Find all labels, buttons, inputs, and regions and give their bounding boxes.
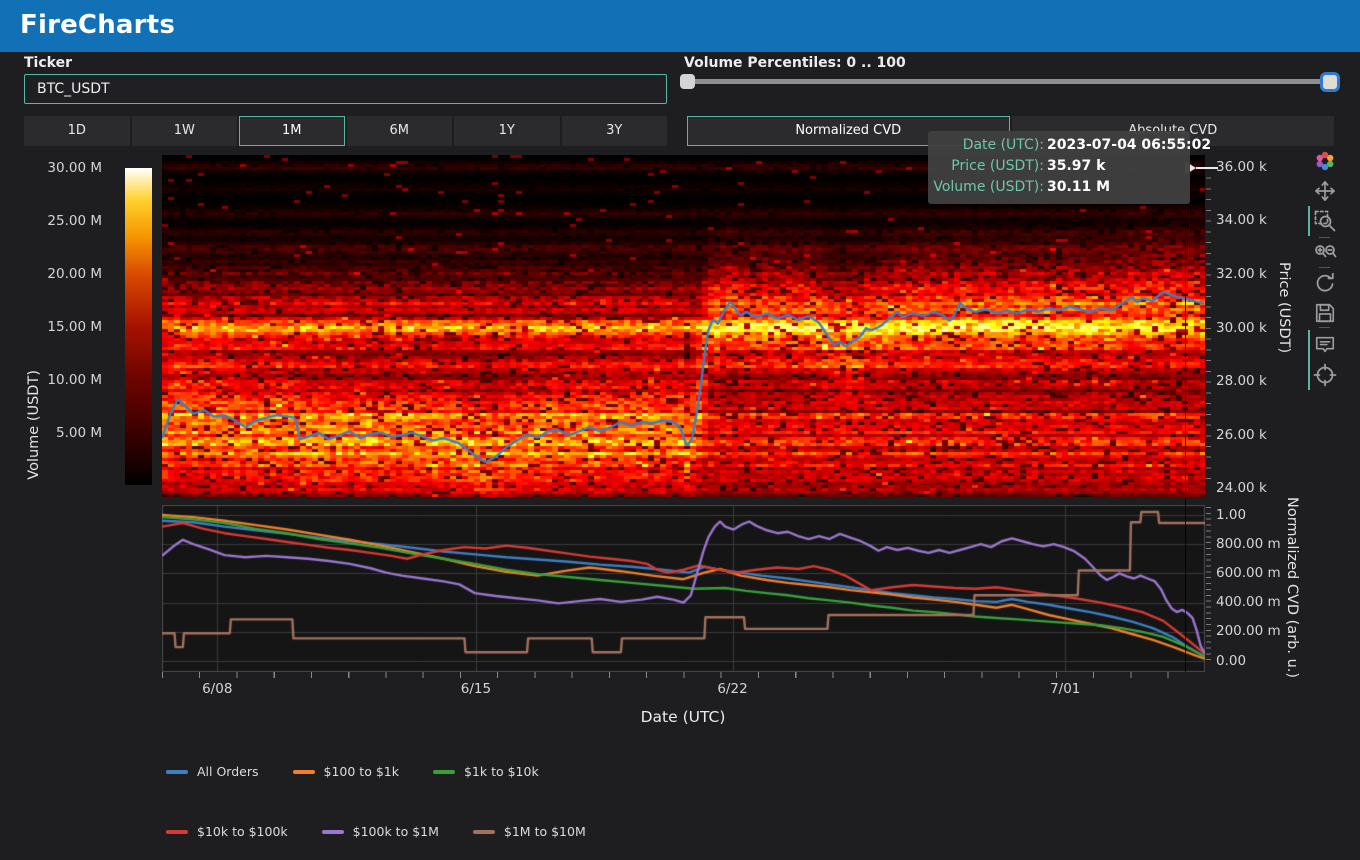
cvd-axis-ticks (1206, 507, 1211, 665)
price-axis-ticks (1206, 167, 1211, 489)
legend-swatch (473, 830, 495, 834)
tooltip-price-label: Price (USDT): (932, 156, 1044, 177)
tooltip-date-value: 2023-07-04 06:55:02 (1044, 135, 1211, 156)
slider-handle-min[interactable] (680, 74, 695, 89)
cvd-tick: 800.00 m (1216, 536, 1281, 552)
zoom-in-out-icon[interactable] (1312, 240, 1338, 266)
modebar-active-indicator (1308, 206, 1310, 236)
date-tick: 7/01 (1035, 681, 1095, 697)
volume-tick: 15.00 M (20, 319, 102, 335)
price-tick: 32.00 k (1216, 266, 1267, 282)
legend-swatch (166, 830, 188, 834)
legend-swatch (433, 770, 455, 774)
tooltip-volume-value: 30.11 M (1044, 177, 1182, 198)
app-header: FireCharts (0, 0, 1360, 52)
cvd-tick: 400.00 m (1216, 594, 1281, 610)
ticker-label: Ticker (24, 55, 72, 71)
cvd-tick: 200.00 m (1216, 623, 1281, 639)
legend-item-100k-1m[interactable]: $100k to $1M (322, 824, 439, 839)
toggle-hover-icon[interactable] (1312, 332, 1338, 358)
range-button-1y[interactable]: 1Y (454, 116, 560, 146)
price-tick: 36.00 k (1216, 159, 1267, 175)
legend-swatch (293, 770, 315, 774)
legend-label: $100k to $1M (353, 824, 439, 839)
modebar-separator (1319, 267, 1330, 268)
modebar-separator (1319, 237, 1330, 238)
range-button-group: 1D 1W 1M 6M 1Y 3Y (24, 116, 667, 146)
legend-label: $1M to $10M (504, 824, 586, 839)
slider-handle-max[interactable] (1320, 72, 1340, 92)
tooltip-volume-label: Volume (USDT): (932, 177, 1044, 198)
price-tick: 30.00 k (1216, 320, 1267, 336)
range-button-1m[interactable]: 1M (239, 116, 345, 146)
price-tick: 24.00 k (1216, 480, 1267, 496)
legend-label: $1k to $10k (464, 764, 539, 779)
volume-tick: 25.00 M (20, 213, 102, 229)
volume-colorbar (125, 168, 152, 485)
volume-tick: 10.00 M (20, 372, 102, 388)
tooltip-date-label: Date (UTC): (932, 135, 1044, 156)
legend-swatch (322, 830, 344, 834)
modebar-separator (1319, 327, 1330, 328)
cvd-axis-title: Normalized CVD (arb. u.) (1284, 497, 1300, 678)
legend-item-1k-10k[interactable]: $1k to $10k (433, 764, 539, 779)
cvd-tick: 1.00 (1216, 507, 1246, 523)
box-zoom-icon[interactable] (1312, 208, 1338, 234)
spikelines-icon[interactable] (1312, 362, 1338, 388)
hover-tooltip: Date (UTC):2023-07-04 06:55:02 Price (US… (928, 131, 1190, 204)
range-button-3y[interactable]: 3Y (562, 116, 668, 146)
volume-tick: 5.00 M (20, 425, 102, 441)
date-tick: 6/15 (446, 681, 506, 697)
range-button-1d[interactable]: 1D (24, 116, 130, 146)
save-icon[interactable] (1312, 300, 1338, 326)
range-button-1w[interactable]: 1W (132, 116, 238, 146)
price-tick: 28.00 k (1216, 373, 1267, 389)
legend-row-2: $10k to $100k $100k to $1M $1M to $10M (166, 824, 586, 839)
app-title: FireCharts (0, 0, 1360, 50)
price-tick: 26.00 k (1216, 427, 1267, 443)
legend-item-100-1k[interactable]: $100 to $1k (293, 764, 399, 779)
pan-icon[interactable] (1312, 178, 1338, 204)
normalized-cvd-chart[interactable] (162, 505, 1205, 672)
legend-item-10k-100k[interactable]: $10k to $100k (166, 824, 288, 839)
app: FireCharts Ticker 1D 1W 1M 6M 1Y 3Y Volu… (0, 0, 1360, 860)
volume-tick: 20.00 M (20, 266, 102, 282)
date-axis-title: Date (UTC) (583, 708, 783, 726)
volume-tick: 30.00 M (20, 160, 102, 176)
legend-row-1: All Orders $100 to $1k $1k to $10k (166, 764, 539, 779)
price-axis-title: Price (USDT) (1276, 262, 1292, 353)
legend-item-1m-10m[interactable]: $1M to $10M (473, 824, 586, 839)
range-button-6m[interactable]: 6M (347, 116, 453, 146)
legend-swatch (166, 770, 188, 774)
legend-label: $100 to $1k (324, 764, 399, 779)
modebar-active-indicator (1308, 330, 1310, 390)
volume-percentile-slider[interactable] (684, 79, 1340, 84)
date-tick: 6/22 (703, 681, 763, 697)
volume-percentiles-label: Volume Percentiles: 0 .. 100 (684, 55, 906, 71)
cvd-tick: 600.00 m (1216, 565, 1281, 581)
legend-label: $10k to $100k (197, 824, 288, 839)
price-tick: 34.00 k (1216, 212, 1267, 228)
date-axis-ticks (162, 672, 1205, 678)
legend-item-all-orders[interactable]: All Orders (166, 764, 259, 779)
crosshair-line (1185, 155, 1186, 672)
autoscale-icon[interactable] (1312, 270, 1338, 296)
cvd-tick: 0.00 (1216, 653, 1246, 669)
tooltip-price-value: 35.97 k (1044, 156, 1182, 177)
date-tick: 6/08 (187, 681, 247, 697)
cursor-price-line (1196, 167, 1218, 169)
plotly-logo[interactable] (1312, 148, 1338, 174)
price-heatmap-chart[interactable] (162, 155, 1205, 497)
ticker-input[interactable] (24, 74, 667, 104)
legend-label: All Orders (197, 764, 259, 779)
